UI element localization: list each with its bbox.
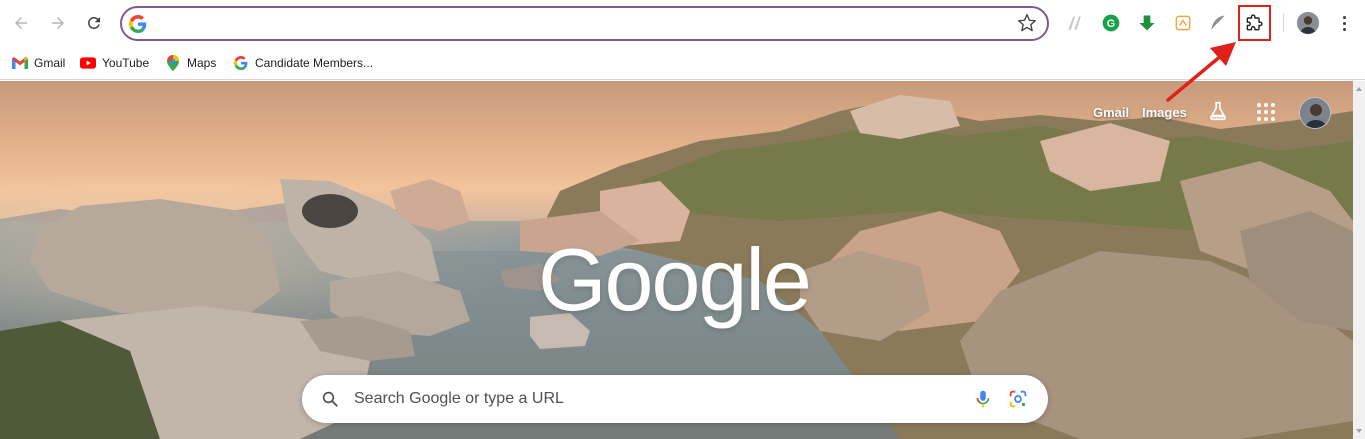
svg-text:G: G [1107, 18, 1115, 30]
bookmark-label: Maps [187, 56, 217, 70]
google-logo: Google [538, 230, 812, 329]
reload-button[interactable] [82, 11, 106, 35]
page-scrollbar[interactable] [1353, 81, 1365, 439]
download-extension-button[interactable] [1136, 12, 1158, 34]
bookmark-candidate-members[interactable]: Candidate Members... [233, 52, 373, 74]
reader-extension-button[interactable] [1172, 12, 1194, 34]
grammarly-icon: G [1102, 14, 1120, 32]
profile-avatar-button[interactable] [1297, 12, 1319, 34]
microphone-icon [976, 390, 990, 408]
google-lens-icon [1009, 390, 1027, 408]
google-g-icon [129, 15, 147, 33]
bookmark-youtube[interactable]: YouTube [80, 52, 149, 74]
feather-extension-button[interactable] [1207, 12, 1229, 34]
bookmark-gmail[interactable]: Gmail [12, 52, 65, 74]
account-avatar-button[interactable] [1299, 97, 1331, 129]
search-placeholder: Search Google or type a URL [354, 390, 564, 407]
search-icon [322, 391, 338, 407]
grammarly-button[interactable]: G [1100, 12, 1122, 34]
feather-icon [1211, 15, 1225, 30]
ai-extension-icon [1068, 16, 1081, 30]
red-annotation-arrow [1166, 42, 1236, 102]
address-bar[interactable] [120, 6, 1049, 41]
arrow-left-icon [15, 17, 27, 29]
bookmark-label: Candidate Members... [255, 56, 374, 70]
chrome-menu-button[interactable] [1335, 12, 1353, 34]
omnibox-input[interactable] [156, 14, 1016, 34]
scroll-down-arrow-icon[interactable] [1356, 429, 1362, 433]
back-button[interactable] [9, 11, 33, 35]
bookmark-label: YouTube [102, 56, 150, 70]
maps-icon [165, 55, 181, 71]
reader-extension-icon [1175, 15, 1191, 31]
reload-icon [87, 16, 100, 29]
scroll-up-arrow-icon[interactable] [1356, 87, 1362, 91]
gmail-icon [12, 55, 28, 71]
gmail-link[interactable]: Gmail [1093, 105, 1129, 120]
bookmark-maps[interactable]: Maps [165, 52, 216, 74]
toolbar-divider [1283, 14, 1284, 32]
avatar-icon [1297, 12, 1319, 34]
ntp-search-box[interactable]: Search Google or type a URL [302, 375, 1048, 423]
forward-button[interactable] [46, 11, 70, 35]
google-apps-button[interactable] [1257, 103, 1275, 121]
images-link[interactable]: Images [1142, 105, 1187, 120]
bookmark-label: Gmail [34, 56, 66, 70]
ai-extension-button[interactable] [1064, 12, 1086, 34]
bookmark-star-icon[interactable] [1017, 13, 1037, 33]
google-g-icon [233, 55, 249, 71]
download-arrow-icon [1139, 15, 1155, 31]
youtube-icon [80, 55, 96, 71]
arrow-right-icon [52, 17, 64, 29]
